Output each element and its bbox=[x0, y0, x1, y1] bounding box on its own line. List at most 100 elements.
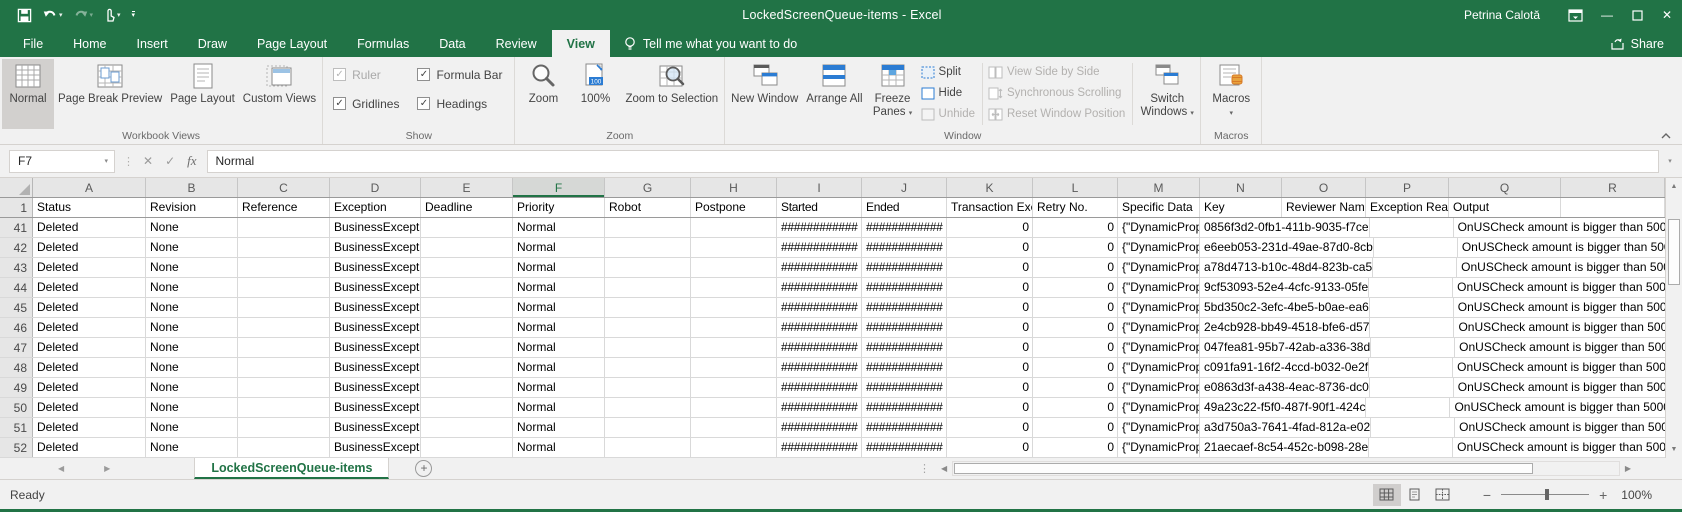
cell-J49[interactable]: ############ bbox=[862, 378, 947, 397]
cell-H1[interactable]: Postpone bbox=[691, 198, 777, 217]
sheet-nav-right-icon[interactable]: ▶ bbox=[104, 464, 110, 473]
zoom-button[interactable]: Zoom bbox=[517, 59, 569, 129]
cell-M45[interactable]: {"DynamicProp bbox=[1118, 298, 1200, 317]
cell-L41[interactable]: 0 bbox=[1033, 218, 1118, 237]
cell-A50[interactable]: Deleted bbox=[33, 398, 146, 417]
new-sheet-button[interactable]: + bbox=[415, 460, 432, 477]
cell-G45[interactable] bbox=[605, 298, 691, 317]
column-header-C[interactable]: C bbox=[238, 178, 330, 197]
cell-F48[interactable]: Normal bbox=[513, 358, 605, 377]
cell-P45[interactable]: OnUSCheck amount is bigger than 5000 bbox=[1454, 298, 1665, 317]
scroll-up-icon[interactable]: ▲ bbox=[1666, 178, 1682, 195]
row-header-41[interactable]: 41 bbox=[0, 218, 33, 237]
cell-O43[interactable] bbox=[1373, 258, 1457, 277]
touch-mode-button[interactable]: ▾ bbox=[100, 6, 124, 24]
cell-L46[interactable]: 0 bbox=[1033, 318, 1118, 337]
formula-input[interactable]: Normal bbox=[207, 150, 1659, 173]
cell-F52[interactable]: Normal bbox=[513, 438, 605, 457]
cell-P52[interactable]: OnUSCheck amount is bigger than 5000 bbox=[1453, 438, 1665, 457]
headings-checkbox[interactable]: ✓ Headings bbox=[417, 97, 502, 111]
row-header-52[interactable]: 52 bbox=[0, 438, 33, 457]
cell-D45[interactable]: BusinessException bbox=[330, 298, 421, 317]
cell-N46[interactable]: 2e4cb928-bb49-4518-bfe6-d57 bbox=[1200, 318, 1370, 337]
cell-R1[interactable] bbox=[1561, 198, 1665, 217]
formula-bar-grip[interactable]: ⋮ bbox=[115, 155, 141, 168]
cell-N49[interactable]: e0863d3f-a438-4eac-8736-dc0 bbox=[1200, 378, 1370, 397]
zoom-slider-track[interactable] bbox=[1501, 494, 1589, 495]
column-header-R[interactable]: R bbox=[1561, 178, 1665, 197]
cell-C51[interactable] bbox=[238, 418, 330, 437]
cell-B47[interactable]: None bbox=[146, 338, 238, 357]
column-header-A[interactable]: A bbox=[33, 178, 146, 197]
vertical-scrollbar[interactable]: ▲ ▼ bbox=[1665, 178, 1682, 458]
cell-P43[interactable]: OnUSCheck amount is bigger than 5000 bbox=[1457, 258, 1665, 277]
cell-L47[interactable]: 0 bbox=[1033, 338, 1118, 357]
cell-B45[interactable]: None bbox=[146, 298, 238, 317]
cell-J51[interactable]: ############ bbox=[862, 418, 947, 437]
cell-K51[interactable]: 0 bbox=[947, 418, 1033, 437]
cell-F46[interactable]: Normal bbox=[513, 318, 605, 337]
cell-G51[interactable] bbox=[605, 418, 691, 437]
cell-L45[interactable]: 0 bbox=[1033, 298, 1118, 317]
cell-I48[interactable]: ############ bbox=[777, 358, 862, 377]
column-header-Q[interactable]: Q bbox=[1449, 178, 1561, 197]
cell-G50[interactable] bbox=[605, 398, 691, 417]
macros-button[interactable]: Macros ▾ bbox=[1203, 59, 1259, 129]
cell-P47[interactable]: OnUSCheck amount is bigger than 5000 bbox=[1455, 338, 1665, 357]
scroll-left-icon[interactable]: ◀ bbox=[936, 464, 952, 473]
cell-O44[interactable] bbox=[1369, 278, 1453, 297]
cell-A43[interactable]: Deleted bbox=[33, 258, 146, 277]
cell-E1[interactable]: Deadline bbox=[421, 198, 513, 217]
cell-D43[interactable]: BusinessException bbox=[330, 258, 421, 277]
cell-B44[interactable]: None bbox=[146, 278, 238, 297]
cell-E42[interactable] bbox=[421, 238, 513, 257]
cell-F43[interactable]: Normal bbox=[513, 258, 605, 277]
cell-O51[interactable] bbox=[1371, 418, 1455, 437]
hide-button[interactable]: Hide bbox=[921, 84, 975, 102]
cell-C50[interactable] bbox=[238, 398, 330, 417]
custom-views-button[interactable]: Custom Views bbox=[239, 59, 320, 129]
cell-F50[interactable]: Normal bbox=[513, 398, 605, 417]
cell-M50[interactable]: {"DynamicProp bbox=[1118, 398, 1200, 417]
cell-B48[interactable]: None bbox=[146, 358, 238, 377]
cell-D42[interactable]: BusinessException bbox=[330, 238, 421, 257]
cell-C43[interactable] bbox=[238, 258, 330, 277]
cell-K42[interactable]: 0 bbox=[947, 238, 1033, 257]
cell-M1[interactable]: Specific Data bbox=[1118, 198, 1200, 217]
cell-M47[interactable]: {"DynamicProp bbox=[1118, 338, 1200, 357]
cell-K52[interactable]: 0 bbox=[947, 438, 1033, 457]
cell-H52[interactable] bbox=[691, 438, 777, 457]
cell-H44[interactable] bbox=[691, 278, 777, 297]
column-header-F[interactable]: F bbox=[513, 178, 605, 197]
cell-K41[interactable]: 0 bbox=[947, 218, 1033, 237]
cell-D52[interactable]: BusinessException bbox=[330, 438, 421, 457]
zoom-slider-thumb[interactable] bbox=[1545, 489, 1549, 500]
name-box-caret-icon[interactable]: ▾ bbox=[104, 157, 108, 165]
row-header-42[interactable]: 42 bbox=[0, 238, 33, 257]
cell-P41[interactable]: OnUSCheck amount is bigger than 5000 bbox=[1454, 218, 1665, 237]
cell-K46[interactable]: 0 bbox=[947, 318, 1033, 337]
cell-H45[interactable] bbox=[691, 298, 777, 317]
cell-H42[interactable] bbox=[691, 238, 777, 257]
split-button[interactable]: Split bbox=[921, 63, 975, 81]
cell-F51[interactable]: Normal bbox=[513, 418, 605, 437]
cell-L51[interactable]: 0 bbox=[1033, 418, 1118, 437]
cell-F49[interactable]: Normal bbox=[513, 378, 605, 397]
customize-qat-icon[interactable]: ▾ bbox=[132, 11, 136, 19]
cell-P48[interactable]: OnUSCheck amount is bigger than 5000 bbox=[1453, 358, 1665, 377]
cell-G49[interactable] bbox=[605, 378, 691, 397]
cell-M41[interactable]: {"DynamicProp bbox=[1118, 218, 1200, 237]
collapse-ribbon-icon[interactable] bbox=[1660, 132, 1672, 140]
cell-B51[interactable]: None bbox=[146, 418, 238, 437]
scroll-down-icon[interactable]: ▼ bbox=[1666, 441, 1682, 458]
switch-windows-button[interactable]: Switch Windows ▾ bbox=[1136, 59, 1198, 129]
page-break-preview-button[interactable]: Page Break Preview bbox=[54, 59, 166, 129]
zoom-to-selection-button[interactable]: Zoom to Selection bbox=[621, 59, 722, 129]
cell-I46[interactable]: ############ bbox=[777, 318, 862, 337]
cell-A45[interactable]: Deleted bbox=[33, 298, 146, 317]
cell-H41[interactable] bbox=[691, 218, 777, 237]
cell-B46[interactable]: None bbox=[146, 318, 238, 337]
column-header-D[interactable]: D bbox=[330, 178, 421, 197]
cell-G42[interactable] bbox=[605, 238, 691, 257]
cell-A46[interactable]: Deleted bbox=[33, 318, 146, 337]
